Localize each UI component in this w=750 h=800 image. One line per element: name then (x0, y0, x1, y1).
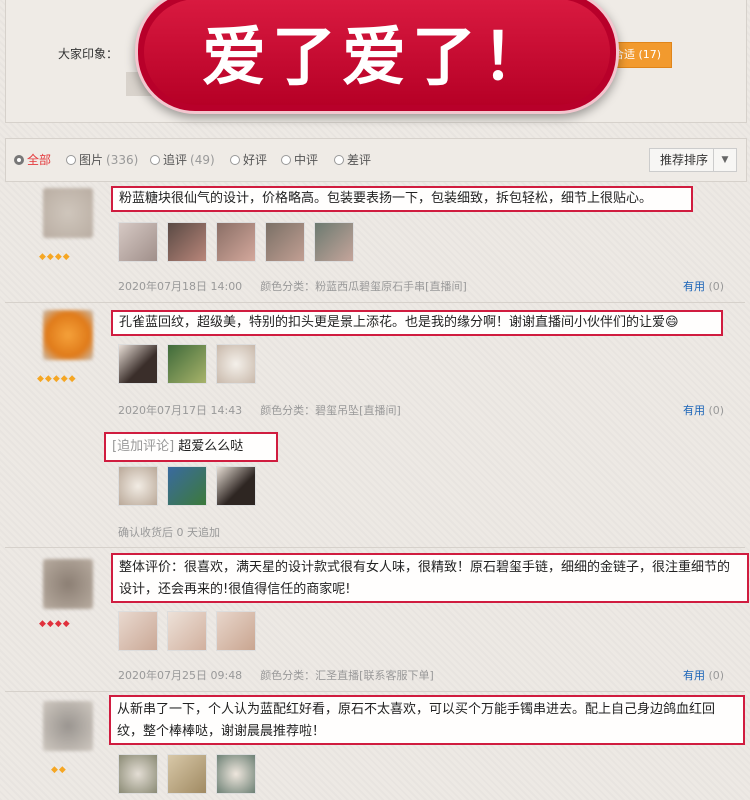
filter-label: 图片 (79, 153, 104, 167)
review-text: 孔雀蓝回纹，超级美，特别的扣头更是景上添花。也是我的缘分啊！谢谢直播间小伙伴们的… (111, 310, 723, 336)
review-images (118, 222, 354, 262)
review-meta: 2020年07月25日 09:48 颜色分类：汇圣直播[联系客服下单] (118, 667, 434, 683)
filter-count: (49) (190, 152, 215, 167)
radio-icon[interactable] (66, 154, 76, 165)
helpful-label[interactable]: 有用 (683, 669, 705, 682)
review-meta: 2020年07月17日 14:43 颜色分类：碧玺吊坠[直播间] (118, 402, 401, 418)
filter-positive[interactable]: 好评 (230, 151, 267, 168)
rating-stars: ◆◆◆◆ (39, 619, 71, 629)
review-image[interactable] (118, 222, 158, 262)
avatar (43, 310, 93, 360)
filter-label: 全部 (27, 153, 52, 167)
review-image[interactable] (167, 754, 207, 794)
review-image[interactable] (216, 344, 256, 384)
helpful-count: (0) (708, 669, 725, 682)
append-review-text: [追加评论] 超爱么么哒 (104, 432, 278, 462)
append-images (118, 466, 256, 506)
radio-icon[interactable] (230, 154, 240, 165)
review-date: 2020年07月18日 14:00 (118, 280, 243, 293)
filter-images[interactable]: 图片 (336) (66, 151, 138, 168)
avatar (43, 701, 93, 751)
review-filter-bar: 全部 图片 (336) 追评 (49) 好评 中评 差评 推荐排序 ▼ (5, 138, 747, 182)
helpful-button[interactable]: 有用 (0) (683, 667, 724, 683)
filter-negative[interactable]: 差评 (334, 151, 371, 168)
rating-stars: ◆◆◆◆ (39, 252, 71, 262)
review-image[interactable] (118, 611, 158, 651)
review-image[interactable] (167, 611, 207, 651)
filter-count: (336) (106, 152, 139, 167)
review-image[interactable] (167, 344, 207, 384)
radio-icon[interactable] (281, 154, 291, 165)
review-image[interactable] (118, 466, 158, 506)
review-image[interactable] (314, 222, 354, 262)
filter-label: 差评 (347, 153, 372, 167)
review-image[interactable] (118, 344, 158, 384)
review-item: ◆◆◆◆ 粉蓝糖块很仙气的设计，价格略高。包装要表扬一下，包装细致，拆包轻松，细… (5, 182, 745, 303)
sort-dropdown[interactable]: 推荐排序 ▼ (649, 148, 737, 172)
avatar (43, 188, 93, 238)
promo-banner: 爱了爱了！ (135, 0, 619, 114)
helpful-button[interactable]: 有用 (0) (683, 402, 724, 418)
review-images (118, 611, 256, 651)
review-image[interactable] (216, 754, 256, 794)
review-text: 从新串了一下，个人认为蓝配红好看，原石不太喜欢，可以买个万能手镯串进去。配上自己… (109, 695, 745, 745)
rating-stars: ◆◆ (51, 765, 67, 775)
helpful-button[interactable]: 有用 (0) (683, 278, 724, 294)
chevron-down-icon[interactable]: ▼ (713, 149, 736, 171)
review-text: 整体评价：很喜欢，满天星的设计款式很有女人味，很精致！原石碧玺手链，细细的金链子… (111, 553, 749, 603)
review-image[interactable] (167, 466, 207, 506)
append-meta: 确认收货后 0 天追加 (118, 526, 220, 539)
review-images (118, 754, 256, 794)
append-text: 超爱么么哒 (178, 439, 244, 454)
review-item: ◆◆◆◆◆ 孔雀蓝回纹，超级美，特别的扣头更是景上添花。也是我的缘分啊！谢谢直播… (5, 302, 745, 548)
review-meta: 2020年07月18日 14:00 颜色分类：粉蓝西瓜碧玺原石手串[直播间] (118, 278, 467, 294)
rating-stars: ◆◆◆◆◆ (37, 374, 77, 384)
review-variant: 颜色分类：汇圣直播[联系客服下单] (260, 669, 434, 682)
helpful-label[interactable]: 有用 (683, 404, 705, 417)
filter-append[interactable]: 追评 (49) (150, 151, 215, 168)
impression-label: 大家印象： (58, 47, 119, 61)
filter-all[interactable]: 全部 (14, 151, 51, 168)
helpful-count: (0) (708, 280, 725, 293)
review-image[interactable] (167, 222, 207, 262)
radio-icon[interactable] (150, 154, 160, 165)
review-image[interactable] (265, 222, 305, 262)
helpful-count: (0) (708, 404, 725, 417)
review-variant: 颜色分类：粉蓝西瓜碧玺原石手串[直播间] (260, 280, 467, 293)
append-label: [追加评论] (112, 439, 175, 454)
radio-icon[interactable] (334, 154, 344, 165)
filter-label: 中评 (294, 153, 319, 167)
review-text: 粉蓝糖块很仙气的设计，价格略高。包装要表扬一下，包装细致，拆包轻松，细节上很贴心… (111, 186, 693, 212)
avatar (43, 559, 93, 609)
review-date: 2020年07月17日 14:43 (118, 404, 243, 417)
review-image[interactable] (216, 466, 256, 506)
review-image[interactable] (216, 611, 256, 651)
review-variant: 颜色分类：碧玺吊坠[直播间] (260, 404, 401, 417)
review-item: ◆◆◆◆ 整体评价：很喜欢，满天星的设计款式很有女人味，很精致！原石碧玺手链，细… (5, 547, 749, 692)
helpful-label[interactable]: 有用 (683, 280, 705, 293)
review-date: 2020年07月25日 09:48 (118, 669, 243, 682)
review-image[interactable] (118, 754, 158, 794)
promo-banner-text: 爱了爱了！ (202, 21, 552, 95)
radio-icon[interactable] (14, 154, 24, 165)
review-item: ◆◆ 从新串了一下，个人认为蓝配红好看，原石不太喜欢，可以买个万能手镯串进去。配… (5, 691, 745, 800)
review-image[interactable] (216, 222, 256, 262)
filter-label: 追评 (163, 153, 188, 167)
filter-label: 好评 (243, 153, 268, 167)
review-images (118, 344, 256, 384)
sort-label: 推荐排序 (660, 153, 709, 167)
filter-neutral[interactable]: 中评 (281, 151, 318, 168)
